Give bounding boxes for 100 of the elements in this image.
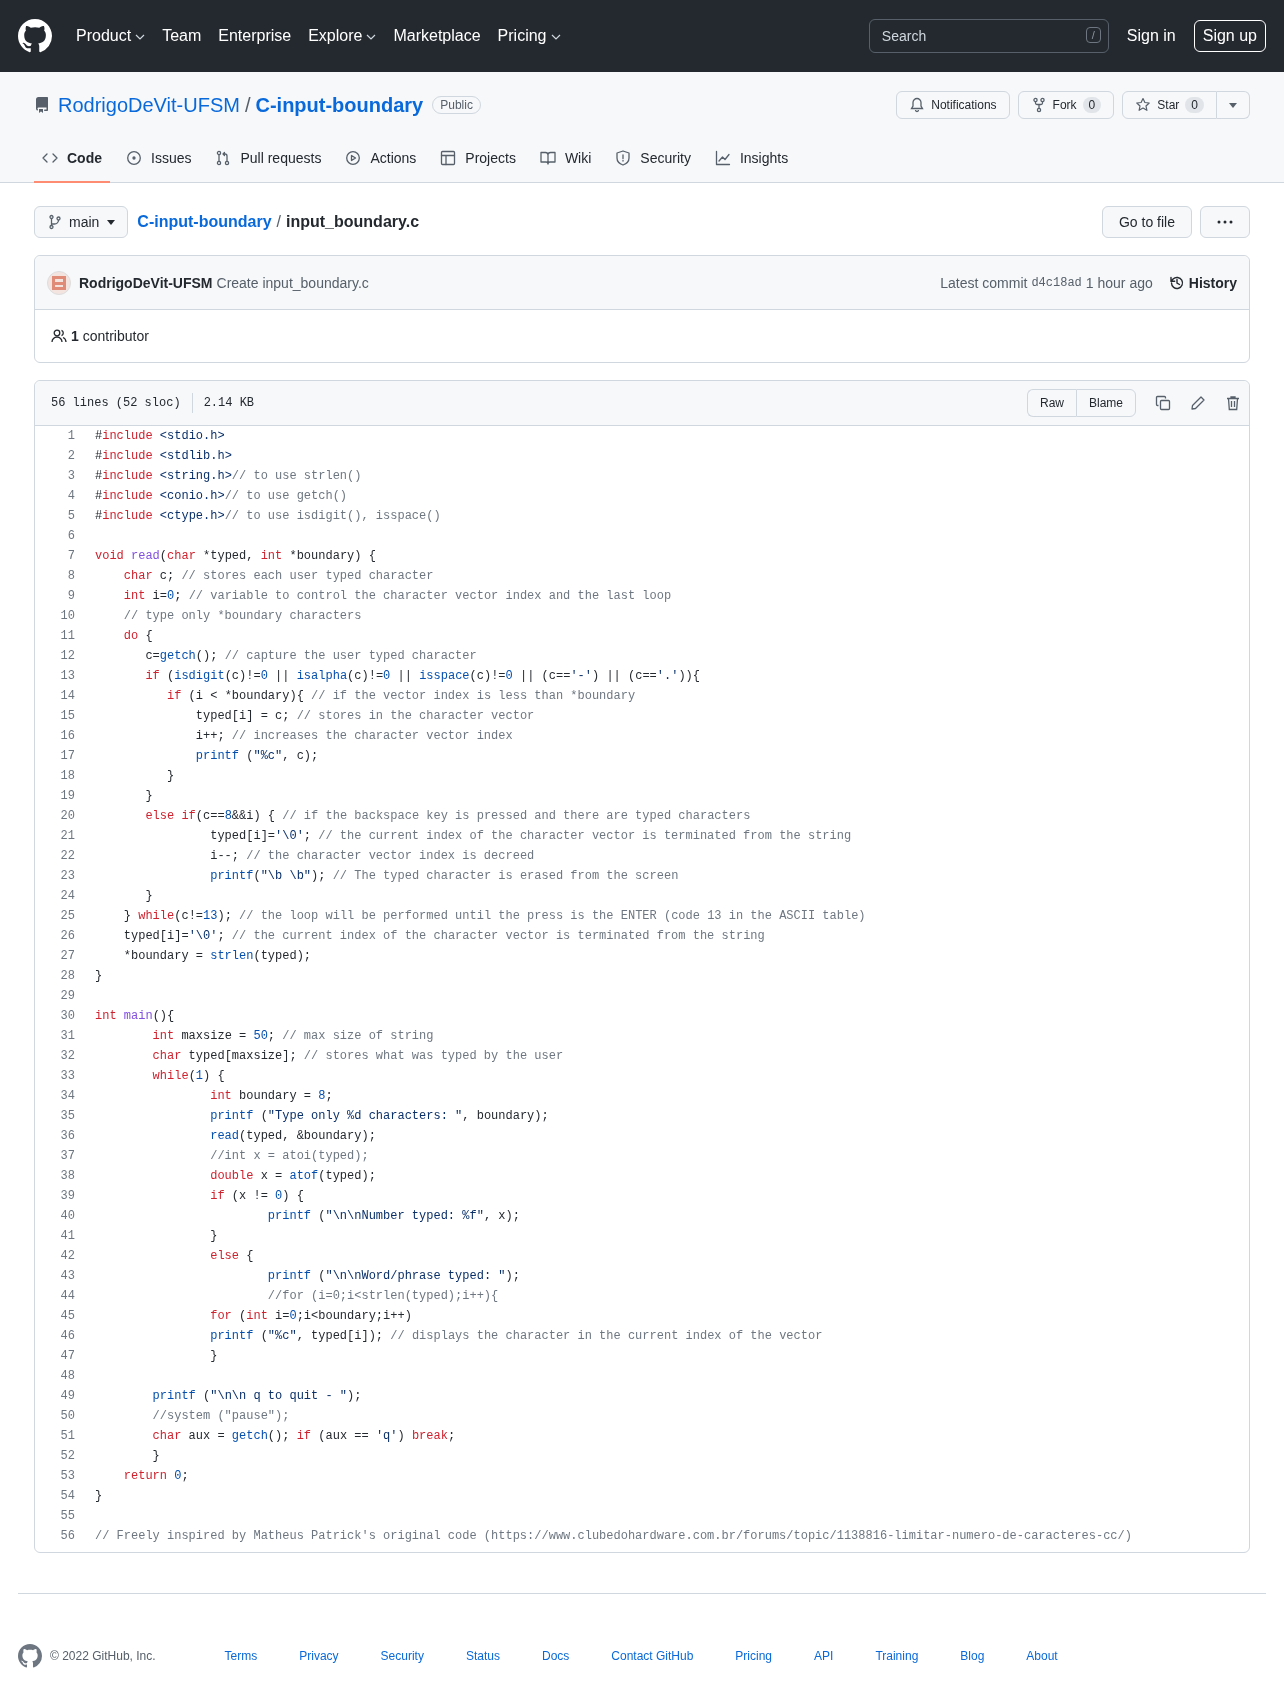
line-number: 51 <box>59 1429 75 1443</box>
code-line: typed[i]='\0'; // the current index of the character vector is terminated from the string <box>209 829 852 843</box>
code-line: // type only *boundary characters <box>122 609 362 623</box>
pencil-icon[interactable] <box>1190 395 1206 411</box>
copyright-text: © 2022 GitHub, Inc. <box>50 1649 156 1663</box>
code-line: printf ("\n\nNumber typed: %f", x); <box>266 1209 520 1223</box>
line-number: 39 <box>59 1189 75 1203</box>
table-icon <box>440 149 457 166</box>
line-number: 32 <box>59 1049 75 1063</box>
history-link[interactable]: History <box>1168 274 1237 291</box>
code-line: #include <conio.h>// to use getch() <box>95 489 348 503</box>
footer-link[interactable]: About <box>1026 1649 1058 1663</box>
nav-link[interactable]: Marketplace <box>393 27 481 45</box>
nav-link[interactable]: Explore <box>308 27 377 45</box>
circle-dot-icon <box>126 149 142 166</box>
star-dropdown-button[interactable] <box>1217 91 1250 119</box>
code-line: #include <stdlib.h> <box>95 449 232 463</box>
line-number: 21 <box>59 829 75 843</box>
file-view-button[interactable]: Blame <box>1076 389 1136 417</box>
copy-icon[interactable] <box>1155 395 1171 411</box>
nav-link[interactable]: Enterprise <box>218 27 292 45</box>
footer-link[interactable]: Security <box>380 1649 424 1663</box>
code-line: while(1) { <box>151 1069 225 1083</box>
path-separator: / <box>276 213 281 231</box>
code-line: i--; // the character vector index is decreed <box>209 849 535 863</box>
shield-icon <box>615 149 632 166</box>
code-line: } <box>95 1489 103 1503</box>
book-icon <box>539 149 556 166</box>
code-line: typed[i]='\0'; // the current index of the character vector is terminated from the string <box>122 929 765 943</box>
code-line: printf ("\n\nWord/phrase typed: "); <box>266 1269 520 1283</box>
code-line: printf ("\n\n q to quit - "); <box>151 1389 362 1403</box>
commit-message-link[interactable]: Create input_boundary.c <box>216 274 369 291</box>
code-line: } <box>209 1229 218 1243</box>
sign-up-button[interactable]: Sign up <box>1193 20 1266 52</box>
footer-link[interactable]: Docs <box>541 1649 570 1663</box>
code-line: printf ("Type only %d characters: ", boundary); <box>209 1109 549 1123</box>
repo-tab[interactable]: Pull requests <box>207 134 330 183</box>
commit-sha-link[interactable]: d4c18ad <box>1031 275 1082 290</box>
nav-link[interactable]: Team <box>162 27 202 45</box>
repo-tab[interactable]: Issues <box>118 134 200 183</box>
repo-tab[interactable]: Projects <box>432 134 524 183</box>
graph-icon <box>714 149 731 166</box>
repo-name-link[interactable]: C-input-boundary <box>255 93 424 117</box>
repo-tab[interactable]: Actions <box>337 134 425 183</box>
caret-icon <box>1229 102 1237 108</box>
trash-icon[interactable] <box>1225 395 1241 411</box>
commit-author-link[interactable]: RodrigoDeVit-UFSM <box>79 274 213 291</box>
code-line: #include <ctype.h>// to use isdigit(), isspace() <box>95 509 441 523</box>
repo-tab[interactable]: Security <box>607 134 699 183</box>
path-separator: / <box>244 93 251 117</box>
line-number: 15 <box>59 709 75 723</box>
line-number: 48 <box>59 1369 75 1383</box>
github-logo-icon[interactable] <box>18 19 52 53</box>
footer-link[interactable]: Status <box>465 1649 500 1663</box>
repo-breadcrumb-link[interactable]: C-input-boundary <box>137 213 272 231</box>
footer-link[interactable]: Training <box>875 1649 919 1663</box>
chevron-down-icon <box>135 34 146 40</box>
code-line: i++; // increases the character vector index <box>194 729 513 743</box>
line-number: 6 <box>66 529 75 543</box>
line-number: 17 <box>59 749 75 763</box>
line-number: 20 <box>59 809 75 823</box>
line-number: 27 <box>59 949 75 963</box>
footer-link[interactable]: Contact GitHub <box>611 1649 694 1663</box>
code-line: } <box>95 969 103 983</box>
line-number: 4 <box>66 489 75 503</box>
footer-link[interactable]: Terms <box>224 1649 258 1663</box>
owner-link[interactable]: RodrigoDeVit-UFSM <box>58 93 240 117</box>
line-number: 34 <box>59 1089 75 1103</box>
code-line: else if(c==8&&i) { // if the backspace key is pressed and there are typed characters <box>144 809 751 823</box>
go-to-file-button[interactable]: Go to file <box>1101 206 1192 238</box>
footer-link[interactable]: Privacy <box>299 1649 339 1663</box>
contributor-count[interactable]: 1 contributor <box>71 328 149 344</box>
code-line: if (i < *boundary){ // if the vector index is less than *boundary <box>166 689 636 703</box>
shortcut-key: / <box>1085 27 1101 43</box>
code-line: if (x != 0) { <box>209 1189 304 1203</box>
line-count: 56 lines (52 sloc) <box>51 396 181 410</box>
code-line: #include <stdio.h> <box>95 429 225 443</box>
code-line: double x = atof(typed); <box>209 1169 376 1183</box>
repo-tab[interactable]: Insights <box>706 134 797 183</box>
line-number: 3 <box>66 469 75 483</box>
nav-link[interactable]: Product <box>76 27 146 45</box>
repo-tab[interactable]: Code <box>34 134 110 183</box>
line-number: 46 <box>59 1329 75 1343</box>
footer-link[interactable]: Blog <box>960 1649 985 1663</box>
repo-tab[interactable]: Wiki <box>531 134 600 183</box>
star-button[interactable]: Star 0 <box>1122 91 1217 119</box>
line-number: 45 <box>59 1309 75 1323</box>
line-number: 47 <box>59 1349 75 1363</box>
code-line: //for (i=0;i<strlen(typed);i++){ <box>266 1289 499 1303</box>
file-size: 2.14 KB <box>203 396 255 410</box>
sign-in-link[interactable]: Sign in <box>1126 27 1176 45</box>
footer-link[interactable]: API <box>814 1649 834 1663</box>
notifications-button[interactable]: Notifications <box>896 91 1010 119</box>
branch-select-button[interactable]: main <box>34 206 129 238</box>
code-line: printf ("%c", c); <box>194 749 319 763</box>
nav-link[interactable]: Pricing <box>497 27 561 45</box>
footer-link[interactable]: Pricing <box>735 1649 773 1663</box>
file-view-button[interactable]: Raw <box>1026 389 1076 417</box>
fork-button[interactable]: Fork 0 <box>1017 91 1115 119</box>
code-line: char typed[maxsize]; // stores what was typed by the user <box>151 1049 564 1063</box>
